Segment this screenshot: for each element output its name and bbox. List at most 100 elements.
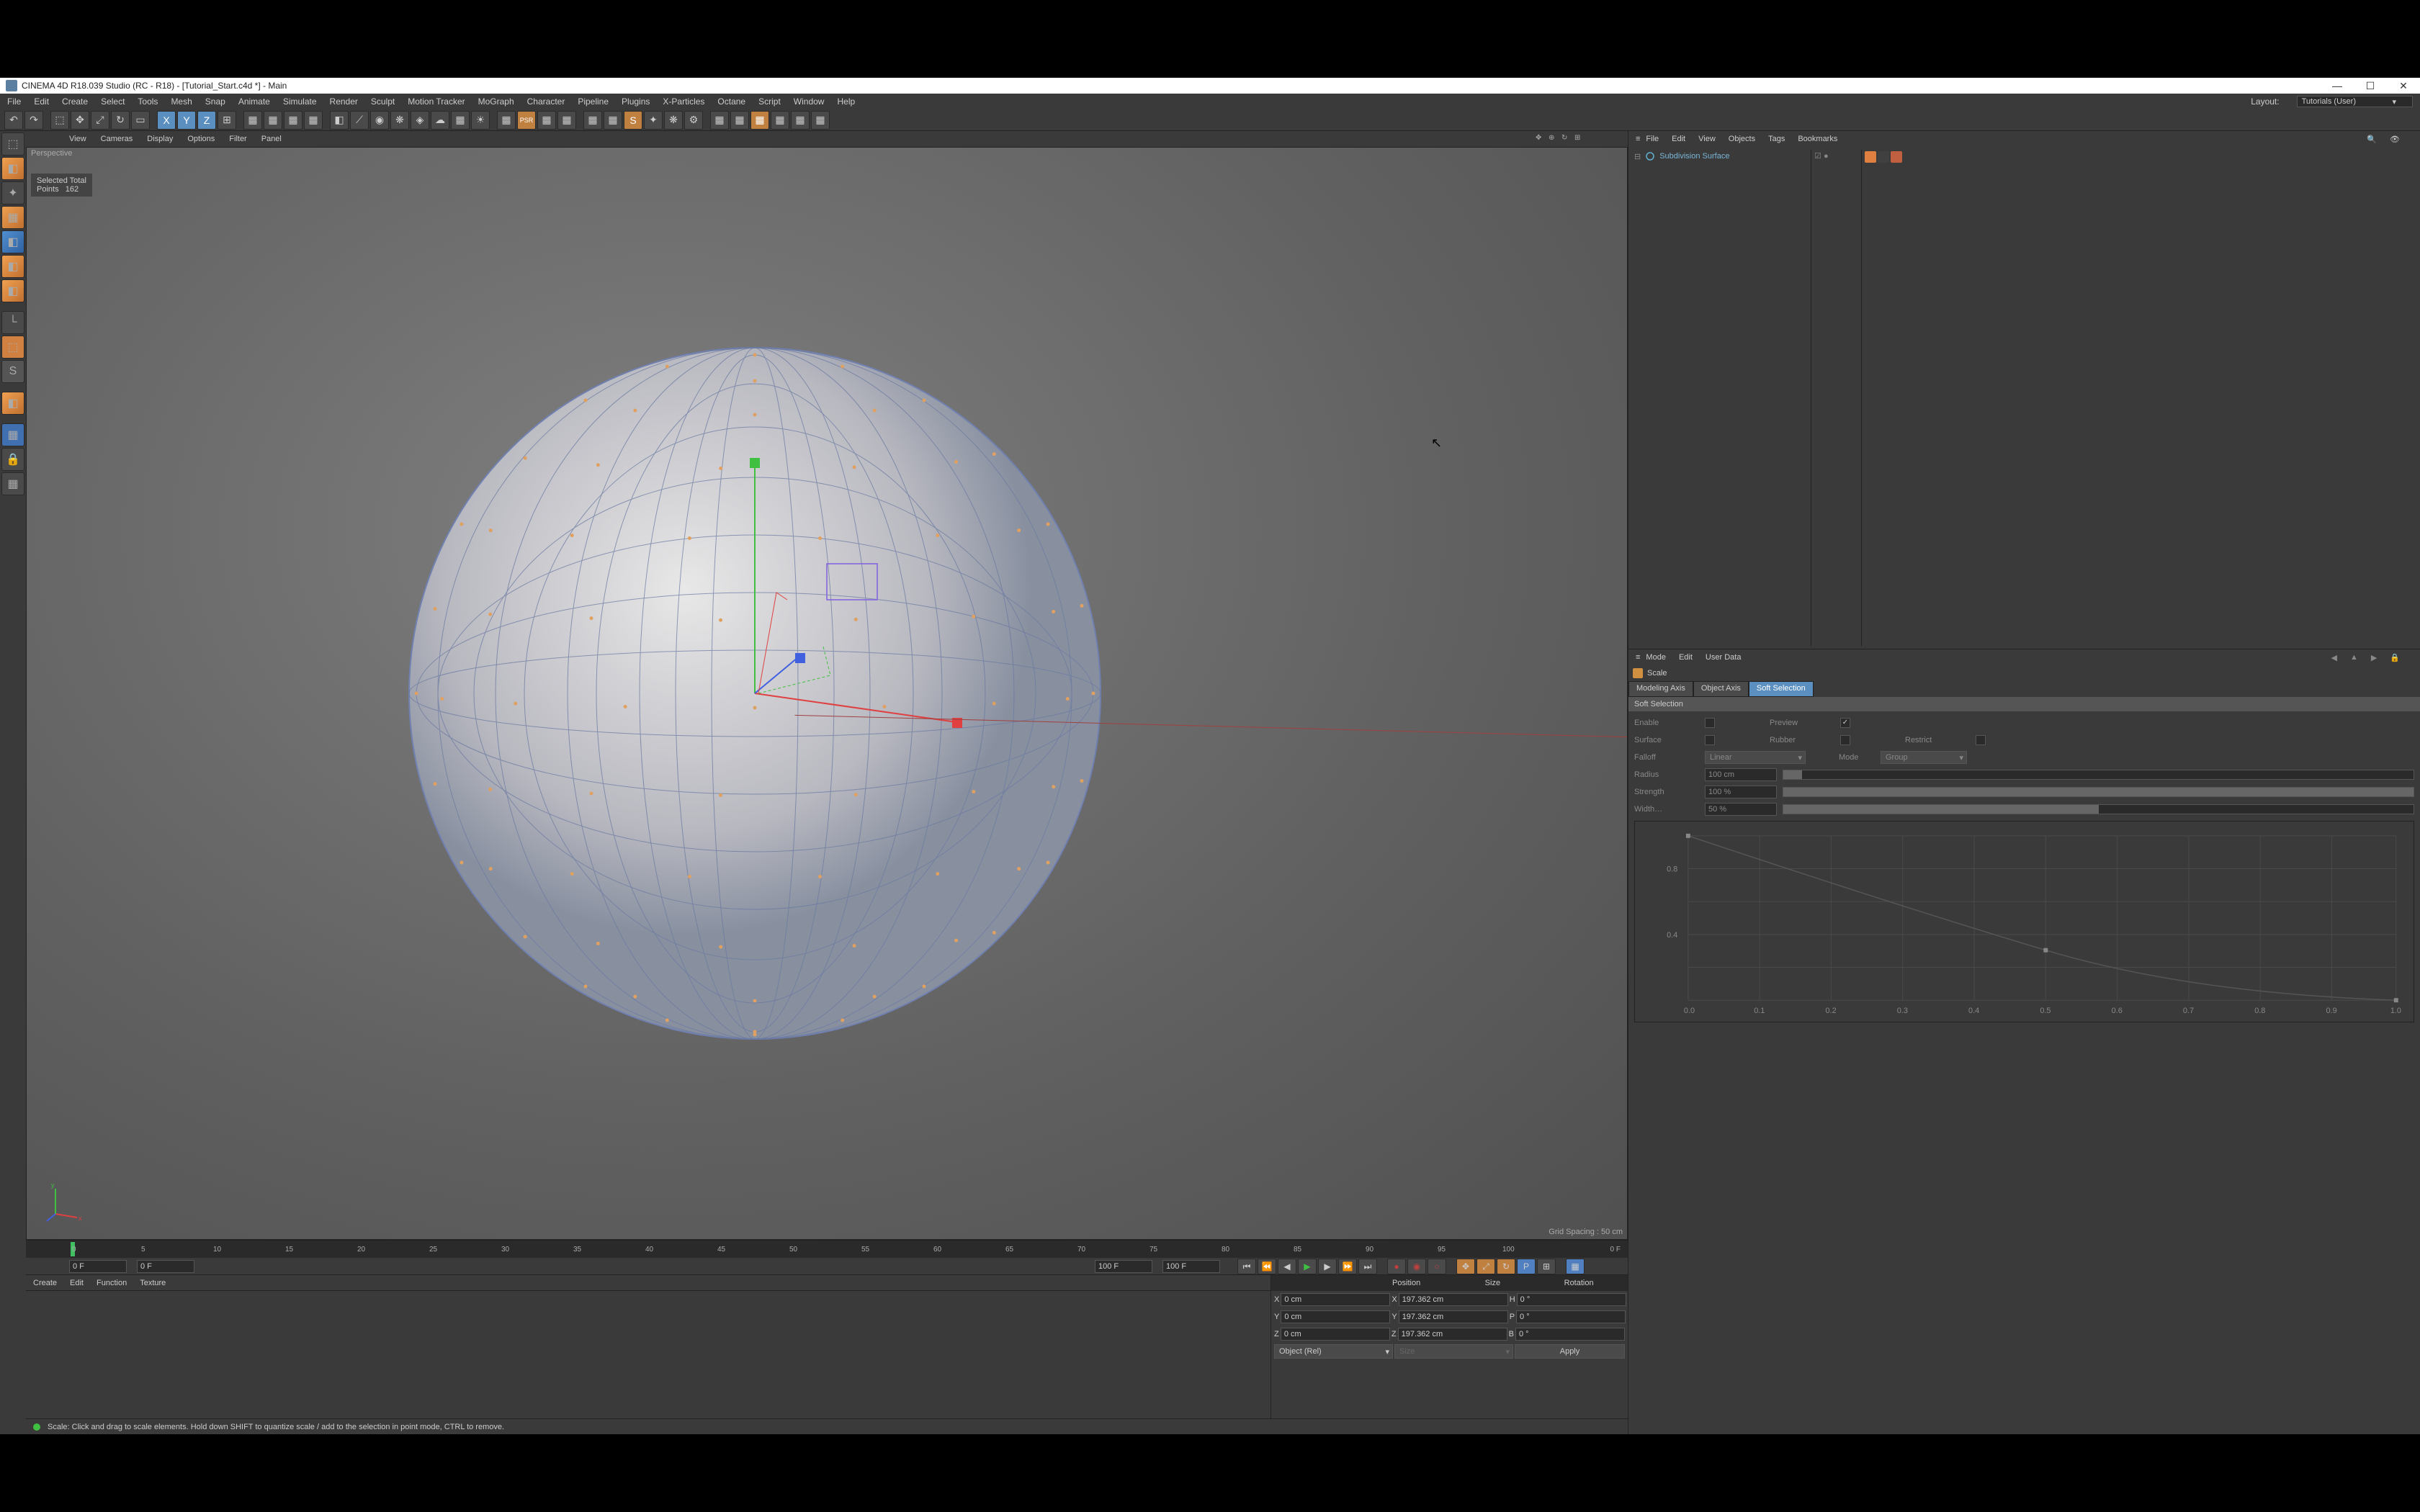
mat-menu-texture[interactable]: Texture: [140, 1279, 166, 1287]
snap-tool[interactable]: S: [1, 360, 24, 383]
menu-select[interactable]: Select: [101, 96, 125, 107]
obj-tag-2-icon[interactable]: [1878, 151, 1889, 163]
menu-plugins[interactable]: Plugins: [622, 96, 650, 107]
locked-workplane[interactable]: ▦: [1, 423, 24, 446]
mode-dropdown[interactable]: Group ▾: [1881, 751, 1967, 764]
workplane-tool[interactable]: ▦: [1, 206, 24, 229]
obj-item-subdivision-surface[interactable]: ⊟ Subdivision Surface: [1631, 150, 1811, 163]
nurbs-generator[interactable]: ◉: [370, 111, 389, 130]
pos-y-input[interactable]: [1281, 1310, 1390, 1323]
cube-primitive[interactable]: ◧: [330, 111, 349, 130]
width-input[interactable]: [1705, 803, 1777, 816]
coord-apply-button[interactable]: Apply: [1515, 1344, 1625, 1359]
mat-menu-function[interactable]: Function: [97, 1279, 127, 1287]
close-button[interactable]: ✕: [2387, 78, 2420, 94]
obj-menu-objects[interactable]: Objects: [1729, 135, 1755, 143]
obj-menu-bookmarks[interactable]: Bookmarks: [1798, 135, 1837, 143]
attr-nav-up-icon[interactable]: ▲: [2350, 653, 2358, 662]
vp-menu-view[interactable]: View: [69, 135, 86, 143]
planar-workplane[interactable]: 🔒: [1, 448, 24, 471]
effector-tool[interactable]: ⚙: [684, 111, 703, 130]
falloff-curve-editor[interactable]: 0.8 0.4 0.0 0.1 0.2 0.3 0.4 0.5 0.6 0.7 …: [1634, 821, 2414, 1022]
timeline-ruler[interactable]: 0 5 10 15 20 25 30 35 40 45 50 55 60 65 …: [26, 1241, 1628, 1258]
menu-render[interactable]: Render: [330, 96, 358, 107]
vp-toggle-icon[interactable]: ⊞: [1574, 134, 1585, 144]
hair-tool[interactable]: ▦: [583, 111, 602, 130]
gizmo-y-handle-icon[interactable]: [750, 458, 760, 468]
render-settings[interactable]: ▦: [284, 111, 302, 130]
cloth-tool[interactable]: ▦: [604, 111, 622, 130]
gizmo-z-handle-icon[interactable]: [795, 653, 805, 663]
restrict-checkbox[interactable]: [1976, 735, 1986, 745]
vp-pan-icon[interactable]: ✥: [1536, 134, 1546, 144]
render-region[interactable]: ▦: [304, 111, 323, 130]
undo-button[interactable]: ↶: [4, 111, 23, 130]
enable-checkbox[interactable]: [1705, 718, 1715, 728]
viewport[interactable]: Perspective Selected Total Points 162: [26, 147, 1628, 1240]
octane-tool[interactable]: S: [624, 111, 642, 130]
select-tool[interactable]: ⬚: [50, 111, 69, 130]
minimize-button[interactable]: —: [2321, 78, 2354, 94]
obj-visibility-render-icon[interactable]: ●: [1824, 152, 1829, 161]
misc-tool-8[interactable]: ▦: [811, 111, 830, 130]
redo-button[interactable]: ↷: [24, 111, 43, 130]
attr-menu-mode[interactable]: Mode: [1646, 653, 1666, 662]
spline-primitive[interactable]: ⟋: [350, 111, 369, 130]
mograph-tool[interactable]: ❋: [664, 111, 683, 130]
misc-tool-7[interactable]: ▦: [791, 111, 810, 130]
menu-simulate[interactable]: Simulate: [283, 96, 317, 107]
particle-tool[interactable]: ✦: [644, 111, 663, 130]
gizmo-x-handle-icon[interactable]: [952, 718, 962, 728]
preview-checkbox[interactable]: [1840, 718, 1850, 728]
falloff-dropdown[interactable]: Linear ▾: [1705, 751, 1806, 764]
misc-left-tool[interactable]: ▦: [1, 472, 24, 495]
texture-mode-tool[interactable]: ✦: [1, 181, 24, 204]
rubber-checkbox[interactable]: [1840, 735, 1850, 745]
menu-character[interactable]: Character: [527, 96, 565, 107]
render-view[interactable]: ▦: [243, 111, 262, 130]
current-frame-input[interactable]: [137, 1260, 194, 1273]
range-end-input[interactable]: [1162, 1260, 1220, 1273]
obj-menu-file[interactable]: File: [1646, 135, 1659, 143]
step-back-button[interactable]: ◀: [1278, 1259, 1296, 1274]
keyframe-selection-button[interactable]: ○: [1428, 1259, 1446, 1274]
viewport-solo-tool[interactable]: ⬚: [1, 336, 24, 359]
start-frame-input[interactable]: [69, 1260, 127, 1273]
misc-tool-4[interactable]: ▦: [730, 111, 749, 130]
attr-menu-edit[interactable]: Edit: [1679, 653, 1693, 662]
width-slider[interactable]: [1783, 804, 2414, 814]
misc-tool-5[interactable]: ▦: [750, 111, 769, 130]
light-object[interactable]: ☀: [471, 111, 490, 130]
record-button[interactable]: ●: [1387, 1259, 1406, 1274]
obj-eye-icon[interactable]: 👁: [2390, 135, 2400, 144]
xref-button[interactable]: ▦: [497, 111, 516, 130]
coord-size-dropdown[interactable]: Size ▾: [1394, 1344, 1513, 1359]
goto-start-button[interactable]: ⏮: [1237, 1259, 1256, 1274]
modeling-generator[interactable]: ❋: [390, 111, 409, 130]
goto-prev-key-button[interactable]: ⏪: [1258, 1259, 1276, 1274]
recent-tool[interactable]: ▭: [131, 111, 150, 130]
menu-help[interactable]: Help: [837, 96, 855, 107]
move-tool[interactable]: ✥: [71, 111, 89, 130]
menu-mesh[interactable]: Mesh: [171, 96, 192, 107]
obj-tag-3-icon[interactable]: [1891, 151, 1902, 163]
param-key-button[interactable]: P: [1517, 1259, 1536, 1274]
maximize-button[interactable]: ☐: [2354, 78, 2387, 94]
scale-key-button[interactable]: ⤢: [1476, 1259, 1495, 1274]
menu-sculpt[interactable]: Sculpt: [371, 96, 395, 107]
step-forward-button[interactable]: ▶: [1318, 1259, 1337, 1274]
goto-end-button[interactable]: ⏭: [1358, 1259, 1377, 1274]
strength-input[interactable]: [1705, 786, 1777, 798]
menu-pipeline[interactable]: Pipeline: [578, 96, 609, 107]
size-y-input[interactable]: [1399, 1310, 1508, 1323]
vp-orbit-icon[interactable]: ↻: [1561, 134, 1572, 144]
coord-system[interactable]: ⊞: [218, 111, 236, 130]
scale-tool[interactable]: ⤢: [91, 111, 109, 130]
curve-handle-end[interactable]: [2394, 998, 2398, 1002]
rot-h-input[interactable]: [1517, 1293, 1626, 1306]
edge-mode-tool[interactable]: ◧: [1, 255, 24, 278]
mat-menu-edit[interactable]: Edit: [70, 1279, 84, 1287]
coord-mode-dropdown[interactable]: Object (Rel) ▾: [1274, 1344, 1393, 1359]
layout-dropdown[interactable]: Tutorials (User) ▾: [2297, 96, 2413, 107]
strength-slider[interactable]: [1783, 787, 2414, 797]
